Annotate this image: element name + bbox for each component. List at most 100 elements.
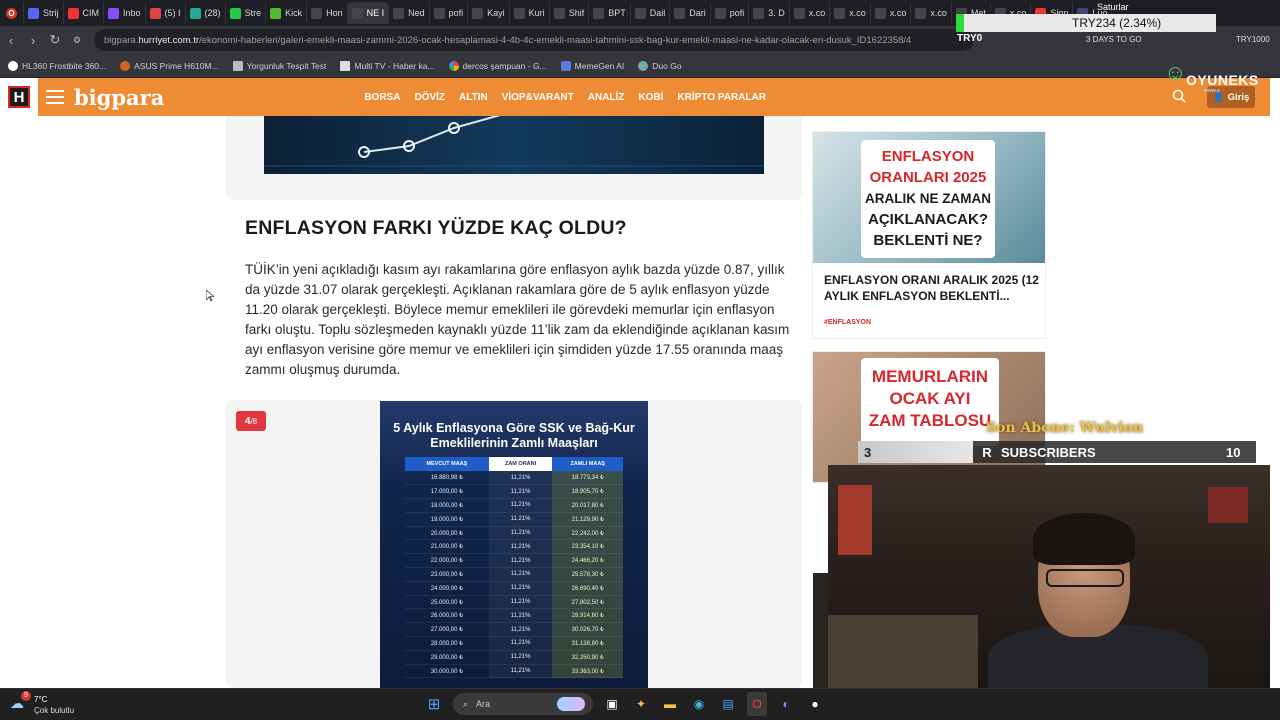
tab-label: (28) (204, 8, 221, 18)
sidebar-card-inflation[interactable]: ENFLASYON ORANLARI 2025 ARALIK NE ZAMAN … (813, 132, 1045, 338)
table-row: 23.000,00 ₺ 11,21% 25.578,30 ₺ (405, 567, 623, 582)
table-cell: 23.354,10 ₺ (552, 539, 623, 555)
file-explorer-icon[interactable]: ▬ (660, 692, 680, 716)
copilot-icon[interactable]: ✦ (631, 692, 651, 716)
nav-item-kripto[interactable]: KRİPTO PARALAR (677, 92, 766, 103)
table-cell: 17.000,00 ₺ (405, 484, 489, 500)
logo-letter: H (8, 86, 30, 108)
browser-menu-button[interactable]: O (0, 2, 24, 24)
tab-favicon-icon (753, 7, 765, 19)
tab-label: Shif (568, 8, 585, 18)
card-category[interactable]: #ENFLASYON (824, 319, 871, 326)
bookmark-item[interactable]: HL360 Frostbite 360... (8, 60, 106, 71)
hamburger-menu-icon[interactable] (46, 86, 64, 108)
browser-tab[interactable]: Kuri (510, 2, 550, 24)
opera-taskbar-icon[interactable]: O (747, 692, 767, 716)
browser-tab[interactable]: (5) I (146, 2, 186, 24)
table-cell: 11,21% (488, 539, 553, 555)
last-subscriber-label: Son Abone: Wulvion (986, 420, 1144, 436)
table-cell: 11,21% (488, 650, 553, 665)
nav-item-viop[interactable]: VİOP&VARANT (502, 92, 574, 103)
oyuneks-logo: ☺ OYUNEKS www.o (1160, 60, 1270, 94)
bookmark-item[interactable]: dercos şampuan - G... (448, 60, 547, 71)
pension-table-poster[interactable]: 5 Aylık Enflasyona Göre SSK ve Bağ-Kur Em… (380, 401, 648, 688)
card-image-line: MEMURLARIN (871, 367, 989, 386)
windows-start-icon[interactable]: ⊞ (424, 692, 444, 716)
table-cell: 11,21% (488, 512, 553, 527)
nav-item-borsa[interactable]: BORSA (364, 92, 400, 103)
store-icon[interactable]: ▤ (718, 692, 738, 716)
browser-tab[interactable]: Shif (550, 2, 590, 24)
table-header: ZAMLI MAAŞ (552, 457, 623, 471)
bookmark-item[interactable]: Duo Go (638, 60, 682, 71)
url-field[interactable]: bigpara. hurriyet.com.tr/ekonomi-haberler… (94, 29, 974, 51)
sub-current: 3 (858, 441, 973, 463)
card-title[interactable]: ENFLASYON ORANI ARALIK 2025 (12 AYLIK EN… (824, 272, 1039, 304)
sub-marker: R (982, 444, 992, 460)
browser-tab[interactable]: (28) (186, 2, 226, 24)
nav-item-doviz[interactable]: DÖVİZ (414, 92, 445, 103)
bookmark-item[interactable]: ASUS Prime H610M... (120, 60, 219, 71)
table-cell: 11,21% (488, 622, 553, 638)
table-row: 21.000,00 ₺ 11,21% 23.354,10 ₺ (405, 539, 623, 555)
browser-tab[interactable]: NE I (347, 2, 390, 24)
table-cell: 27.802,50 ₺ (552, 595, 623, 610)
browser-tab[interactable]: Stre (226, 2, 267, 24)
browser-tab[interactable]: pofi (711, 2, 750, 24)
browser-tab[interactable]: BPT (589, 2, 631, 24)
weather-widget[interactable]: ☁ 9 7°C Çok bulutlu (10, 691, 90, 717)
browser-tab[interactable]: x.co (911, 2, 952, 24)
edge-icon[interactable]: ◉ (689, 692, 709, 716)
back-icon[interactable]: ‹ (0, 33, 22, 48)
browser-tab[interactable]: x.co (830, 2, 871, 24)
poster-title: 5 Aylık Enflasyona Göre SSK ve Bağ-Kur Em… (380, 421, 648, 451)
nav-item-analiz[interactable]: ANALİZ (588, 92, 625, 103)
browser-tab[interactable]: Ned (389, 2, 430, 24)
table-row: 30.000,00 ₺ 11,21% 33.363,00 ₺ (405, 664, 623, 679)
nav-item-kobi[interactable]: KOBİ (638, 92, 663, 103)
card-image-text: MEMURLARIN OCAK AYI ZAM TABLOSU (861, 358, 999, 446)
gallery-counter-badge: 4/8 (236, 411, 266, 431)
nav-item-altin[interactable]: ALTIN (459, 92, 488, 103)
bookmark-item[interactable]: Yorgunluk Tespit Test (232, 60, 327, 71)
browser-tab[interactable]: x.co (790, 2, 831, 24)
browser-tab[interactable]: Strij (24, 2, 64, 24)
globe-icon (638, 60, 649, 71)
forward-icon[interactable]: › (22, 33, 44, 48)
bookmark-label: Yorgunluk Tespit Test (246, 60, 327, 71)
bookmark-item[interactable]: MemeGen AI (560, 60, 624, 71)
table-cell: 11,21% (488, 526, 553, 541)
obs-icon[interactable]: ● (805, 692, 825, 716)
browser-tab[interactable]: Dari (670, 2, 711, 24)
bookmark-item[interactable]: Multi TV - Haber ka... (340, 60, 435, 71)
browser-tab[interactable]: Hon (307, 2, 348, 24)
search-icon: ⌕ (463, 698, 469, 709)
site-header: H bigpara BORSA DÖVİZ ALTIN VİOP&VARANT … (0, 78, 1270, 116)
task-view-icon[interactable]: ▣ (602, 692, 622, 716)
reload-icon[interactable]: ↻ (44, 32, 66, 48)
hurriyet-logo[interactable]: H (0, 78, 38, 116)
discord-icon[interactable]: ◐ (776, 692, 796, 716)
browser-tab[interactable]: x.co (871, 2, 912, 24)
taskbar-search[interactable]: ⌕ Ara (453, 693, 593, 715)
gallery-total: /8 (250, 416, 258, 426)
browser-tab[interactable]: Inbo (104, 2, 146, 24)
table-cell: 27.000,00 ₺ (405, 622, 489, 638)
site-info-icon[interactable]: ⚙ (66, 35, 88, 46)
browser-tab[interactable]: 3. D (749, 2, 790, 24)
brand-logo[interactable]: bigpara (74, 85, 164, 110)
tab-label: pofi (729, 8, 745, 18)
bookmark-label: Duo Go (652, 60, 682, 71)
browser-tab[interactable]: Kayi (468, 2, 510, 24)
tab-favicon-icon (915, 7, 927, 19)
table-row: 28.000,00 ₺ 11,21% 31.138,80 ₺ (405, 636, 623, 651)
page-icon (232, 60, 243, 71)
browser-tab[interactable]: Kick (266, 2, 308, 24)
browser-tab[interactable]: CIM (64, 2, 104, 24)
tab-label: Ned (408, 8, 425, 18)
table-row: 29.000,00 ₺ 11,21% 32.250,90 ₺ (405, 650, 623, 665)
browser-tab[interactable]: Dail (631, 2, 671, 24)
opera-icon: O (6, 7, 17, 19)
browser-tab[interactable]: pofi (430, 2, 469, 24)
weather-badge: 9 (21, 691, 31, 701)
